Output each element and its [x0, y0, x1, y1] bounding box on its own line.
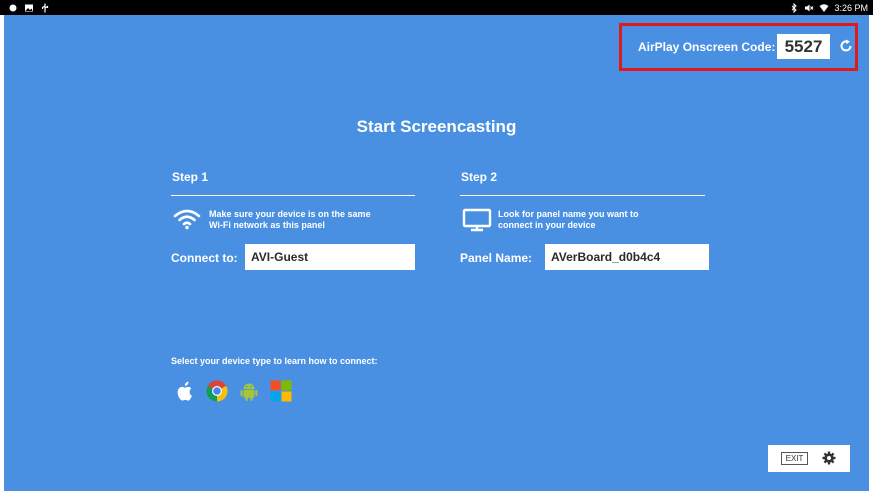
step-1-title: Step 1 — [172, 170, 209, 184]
airplay-code-value: 5527 — [777, 34, 830, 59]
airplay-code-label: AirPlay Onscreen Code: — [638, 40, 776, 54]
step-1-description-line1: Make sure your device is on the same — [209, 209, 371, 219]
notification-dot-icon — [9, 4, 17, 11]
status-time: 3:26 PM — [834, 2, 868, 13]
status-left-icons — [8, 2, 50, 13]
step-2-description-line2: connect in your device — [498, 220, 596, 230]
step-1: Step 1 Make sure your device is on the s… — [171, 170, 415, 270]
chrome-icon[interactable] — [205, 379, 229, 403]
network-name-field: AVI-Guest — [245, 244, 415, 270]
screencasting-panel: AirPlay Onscreen Code: 5527 Start Screen… — [4, 15, 869, 491]
bluetooth-icon — [792, 2, 798, 13]
wifi-icon — [819, 3, 829, 12]
gear-icon[interactable] — [822, 451, 836, 465]
apple-icon[interactable] — [173, 379, 197, 403]
panel-name-field: AVerBoard_d0b4c4 — [545, 244, 709, 270]
monitor-icon — [462, 208, 492, 232]
step-2-title: Step 2 — [461, 170, 498, 184]
status-bar: 3:26 PM — [0, 0, 873, 15]
bottom-controls: EXIT — [768, 445, 850, 472]
step-2-description-row: Look for panel name you want to connect … — [460, 206, 705, 242]
mute-icon — [805, 4, 814, 11]
device-type-list — [173, 379, 293, 403]
usb-icon — [41, 3, 49, 12]
windows-icon[interactable] — [269, 379, 293, 403]
step-1-description: Make sure your device is on the same Wi-… — [209, 209, 419, 231]
step-1-description-line2: Wi-Fi network as this panel — [209, 220, 325, 230]
connect-to-label: Connect to: — [171, 251, 238, 265]
connect-to-row: Connect to: AVI-Guest — [171, 244, 415, 270]
step-2: Step 2 Look for panel name you want to c… — [460, 170, 709, 270]
refresh-icon[interactable] — [839, 39, 853, 53]
exit-button[interactable]: EXIT — [781, 452, 808, 465]
step-1-description-row: Make sure your device is on the same Wi-… — [171, 206, 415, 242]
step-2-description: Look for panel name you want to connect … — [498, 209, 708, 231]
step-2-description-line1: Look for panel name you want to — [498, 209, 639, 219]
wifi-icon — [173, 209, 201, 230]
panel-name-label: Panel Name: — [460, 251, 533, 265]
image-icon — [25, 4, 33, 11]
android-icon[interactable] — [237, 379, 261, 403]
panel-name-row: Panel Name: AVerBoard_d0b4c4 — [460, 244, 709, 270]
status-right-icons: 3:26 PM — [789, 1, 868, 14]
device-type-prompt: Select your device type to learn how to … — [171, 356, 378, 366]
step-1-divider — [171, 195, 415, 196]
airplay-code-box: AirPlay Onscreen Code: 5527 — [619, 23, 858, 71]
step-2-divider — [460, 195, 705, 196]
page-title: Start Screencasting — [356, 117, 517, 136]
